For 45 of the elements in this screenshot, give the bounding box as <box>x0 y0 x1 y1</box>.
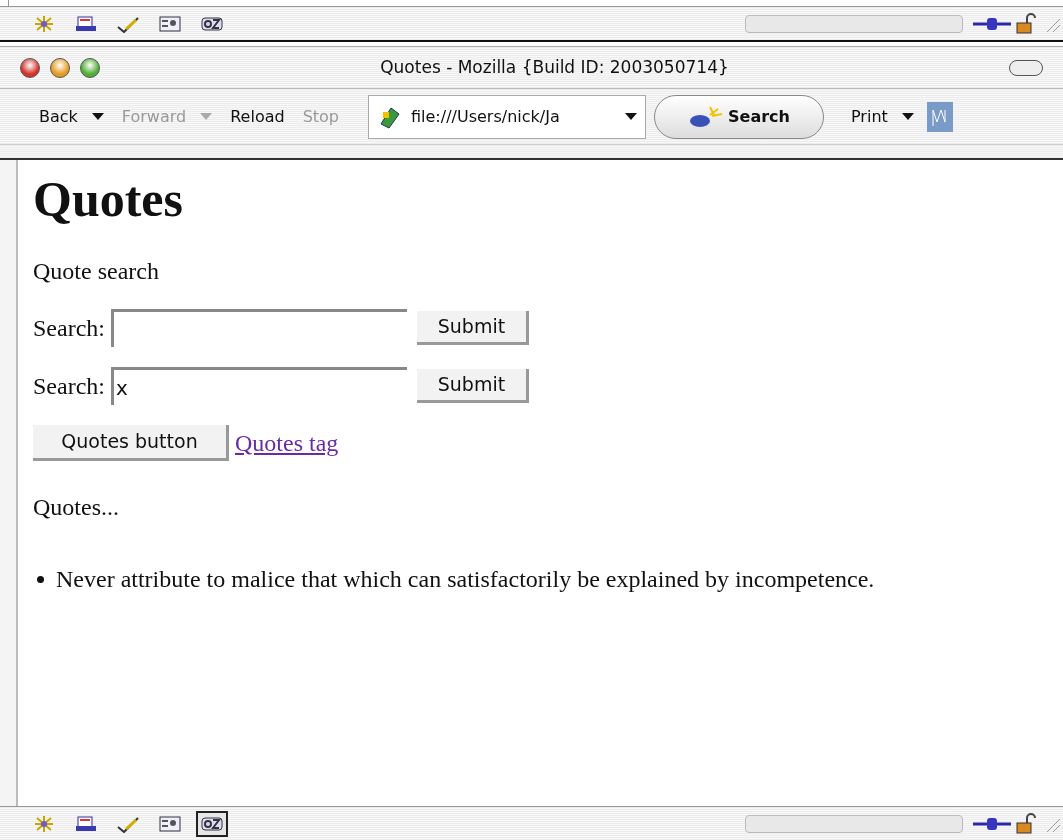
mail-tray-icon <box>74 814 98 833</box>
mail-tray-icon <box>74 14 98 33</box>
address-card-icon <box>158 814 182 833</box>
caret-icon <box>901 112 914 121</box>
toolbar-button[interactable]: Reload <box>221 104 294 129</box>
caret-icon <box>625 112 637 121</box>
quotes-heading: Quotes... <box>33 493 120 522</box>
search-label: Search: <box>33 314 105 343</box>
bullet-icon <box>37 575 44 583</box>
toolbar-toggle-button[interactable] <box>1009 59 1043 76</box>
close-button[interactable] <box>20 57 40 78</box>
search-field[interactable]: x <box>110 367 407 405</box>
url-text: file:///Users/nick/Ja <box>411 105 561 128</box>
search-label: Search: <box>33 372 105 401</box>
chat-icon <box>200 814 224 833</box>
chat-icon <box>200 14 224 33</box>
address-card-icon <box>158 14 182 33</box>
caret-icon <box>200 112 213 121</box>
throbber-icon <box>926 101 953 132</box>
quote-text: Never attribute to malice that which can satisfactorily be explained by incompetence. <box>56 565 875 594</box>
plug-icon <box>973 15 1011 32</box>
page-subtitle: Quote search <box>33 257 160 286</box>
pen-icon <box>116 814 140 833</box>
window-title: Quotes - Mozilla {Build ID: 2003050714} <box>379 55 730 79</box>
search-button[interactable]: Search <box>654 94 824 139</box>
starburst-icon <box>32 814 56 833</box>
caret-icon <box>91 112 104 121</box>
padlock-icon <box>1015 12 1037 35</box>
plug-icon <box>973 815 1011 832</box>
quotes-link[interactable]: Quotes tag <box>235 425 339 461</box>
url-field[interactable]: file:///Users/nick/Ja <box>368 94 646 139</box>
search-field[interactable] <box>110 309 407 347</box>
page-heading: Quotes <box>33 172 184 227</box>
magnifier-icon <box>688 104 725 129</box>
padlock-icon <box>1015 812 1037 835</box>
print-button[interactable]: Print <box>842 104 923 129</box>
pen-icon <box>116 14 140 33</box>
toolbar-button[interactable]: Back <box>30 104 113 129</box>
minimize-button[interactable] <box>50 57 70 78</box>
starburst-icon <box>32 14 56 33</box>
submit-button[interactable]: Submit <box>416 369 529 403</box>
quotes-button[interactable]: Quotes button <box>33 425 229 461</box>
zoom-button[interactable] <box>80 57 100 78</box>
component-button[interactable] <box>196 810 228 837</box>
submit-button[interactable]: Submit <box>416 311 529 345</box>
